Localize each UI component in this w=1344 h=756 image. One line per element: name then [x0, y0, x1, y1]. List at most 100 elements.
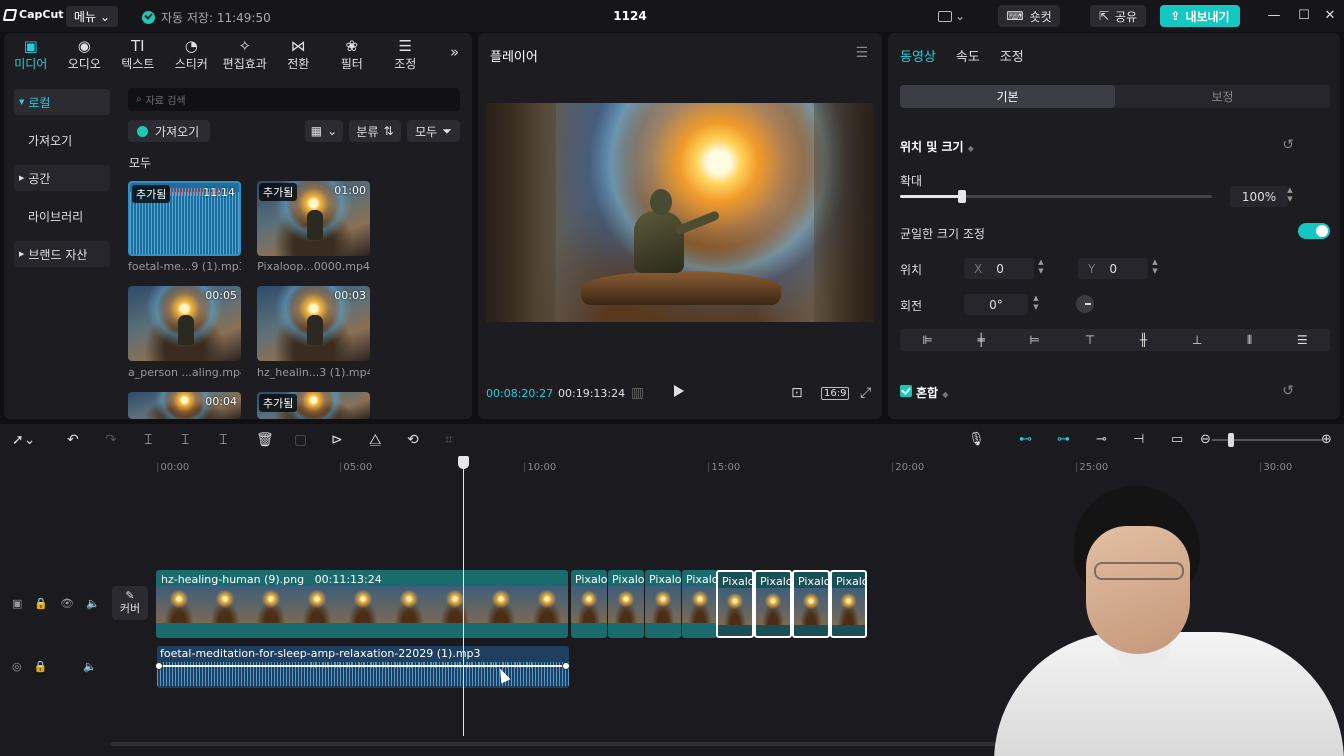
blend-checkbox[interactable] — [900, 385, 912, 397]
preview-axis-icon[interactable]: ⊣ — [1133, 432, 1144, 447]
align-center-h-icon[interactable]: ╪ — [978, 333, 985, 347]
play-circle-icon[interactable]: ⊳ — [331, 432, 343, 448]
fade-in-handle[interactable] — [155, 662, 163, 670]
playhead-line[interactable] — [463, 464, 464, 736]
video-clip[interactable]: Pixalo — [571, 570, 607, 638]
nav-library[interactable]: 라이브러리 — [14, 203, 110, 229]
video-clip-selected[interactable]: Pixalo — [754, 570, 792, 638]
fit-screen-icon[interactable]: ⊡ — [791, 385, 803, 401]
rotation-dial[interactable] — [1076, 295, 1094, 313]
media-thumb-audio[interactable]: 추가됨 11:14 — [128, 181, 241, 256]
auto-snap-icon[interactable]: ⊶ — [1057, 432, 1070, 447]
tab-filter[interactable]: ❀ 필터 — [325, 33, 379, 75]
audio-clip[interactable]: foetal-meditation-for-sleep-amp-relaxati… — [157, 646, 569, 688]
mirror-icon[interactable]: ⧋ — [369, 432, 382, 448]
video-clip-selected[interactable]: Pixalo — [716, 570, 754, 638]
maximize-icon[interactable]: ☐ — [1296, 8, 1312, 24]
layout-button[interactable]: ⌄ — [938, 5, 970, 27]
stepper-arrows-icon[interactable]: ▲ ▼ — [1036, 258, 1046, 279]
redo-icon[interactable]: ↷ — [105, 432, 117, 448]
split-right-icon[interactable]: ⌶ — [219, 432, 227, 448]
undo-icon[interactable]: ↶ — [67, 432, 79, 448]
media-thumb-video[interactable]: 00:05 — [128, 286, 241, 361]
fullscreen-preview-icon[interactable]: ▭ — [1171, 432, 1183, 447]
export-button[interactable]: ⇪ 내보내기 — [1160, 5, 1240, 27]
media-thumb-video[interactable]: 00:03 — [257, 286, 370, 361]
tab-transition[interactable]: ⋈ 전환 — [272, 33, 326, 75]
share-button[interactable]: ⇱ 공유 — [1090, 5, 1146, 27]
video-clip-selected[interactable]: Pixalo — [830, 570, 867, 638]
time-ruler[interactable]: 00:00 05:00 10:00 15:00 20:00 25:00 30:0… — [0, 457, 1344, 477]
tab-sticker[interactable]: ◔ 스티커 — [165, 33, 219, 75]
menu-button[interactable]: 메뉴 ⌄ — [66, 6, 118, 27]
reset-icon[interactable]: ↺ — [1282, 137, 1294, 153]
aspect-ratio-button[interactable]: 16:9 — [821, 387, 850, 400]
tab-video[interactable]: 동영상 — [900, 46, 936, 65]
video-clip[interactable]: Pixalo — [645, 570, 681, 638]
stepper-arrows-icon[interactable]: ▲ ▼ — [1150, 258, 1160, 279]
lock-icon[interactable]: 🔒 — [34, 660, 48, 673]
distribute-v-icon[interactable]: ☰ — [1297, 333, 1308, 347]
distribute-h-icon[interactable]: ⫴ — [1247, 333, 1252, 348]
eye-icon[interactable]: 👁 — [60, 597, 74, 610]
main-video-clip[interactable]: hz-healing-human (9).png 00:11:13:24 — [156, 570, 568, 638]
segment-correction[interactable]: 보정 — [1115, 85, 1330, 108]
zoom-handle[interactable] — [1228, 433, 1234, 447]
rotation-input[interactable]: 0° — [964, 294, 1028, 315]
split-left-icon[interactable]: ⌶ — [181, 432, 189, 448]
close-icon[interactable]: ✕ — [1322, 8, 1338, 24]
nav-local[interactable]: ▼ 로컬 — [14, 89, 110, 115]
video-clip-selected[interactable]: Pixalo — [792, 570, 830, 638]
filter-button[interactable]: 모두 ⏷ — [407, 120, 460, 142]
fade-out-handle[interactable] — [562, 662, 570, 670]
fullscreen-icon[interactable]: ⤢ — [860, 385, 871, 401]
tab-media[interactable]: ▣ 미디어 — [4, 33, 58, 75]
crop-icon[interactable]: ⌗ — [445, 432, 453, 448]
project-title[interactable]: 1124 — [600, 9, 660, 23]
reset-icon[interactable]: ↺ — [1282, 383, 1294, 399]
lock-icon[interactable]: 🔒 — [34, 597, 48, 610]
tab-effects[interactable]: ✧ 편집효과 — [218, 33, 272, 75]
tab-adjust[interactable]: ☰ 조정 — [379, 33, 433, 75]
view-toggle-button[interactable]: ▦ ⌄ — [305, 120, 343, 142]
main-track-magnet-icon[interactable]: ⊷ — [1019, 432, 1032, 447]
position-x-input[interactable]: X0 — [964, 258, 1034, 279]
link-icon[interactable]: ⊸ — [1096, 432, 1107, 447]
minimize-icon[interactable]: — — [1266, 8, 1282, 24]
media-thumb-video[interactable]: 추가됨 01:00 — [257, 181, 370, 256]
sort-button[interactable]: 분류 ⇅ — [349, 120, 401, 142]
align-left-icon[interactable]: ⊫ — [922, 333, 932, 347]
volume-line[interactable] — [159, 665, 567, 667]
scale-slider[interactable] — [900, 190, 1212, 203]
stepper-arrows-icon[interactable]: ▲ ▼ — [1285, 186, 1295, 207]
media-thumb-video[interactable]: 00:04 — [128, 392, 241, 419]
shortcut-button[interactable]: ⌨ 숏컷 — [998, 5, 1060, 27]
search-input[interactable]: ⌕ 자료 검색 — [128, 88, 460, 111]
freeze-icon[interactable]: ▢ — [294, 432, 307, 448]
scale-input[interactable]: 100% — [1230, 186, 1288, 207]
delete-icon[interactable]: 🗑 — [256, 432, 274, 448]
stepper-arrows-icon[interactable]: ▲ ▼ — [1031, 294, 1041, 315]
speaker-icon[interactable]: 🔈 — [86, 597, 100, 610]
video-clip[interactable]: Pixalo — [608, 570, 644, 638]
zoom-out-icon[interactable]: ⊖ — [1200, 432, 1211, 447]
media-thumb-video[interactable]: 추가됨 — [257, 392, 370, 419]
align-bottom-icon[interactable]: ⊥ — [1192, 333, 1202, 347]
import-button[interactable]: 가져오기 — [128, 120, 210, 142]
tab-audio[interactable]: ◉ 오디오 — [58, 33, 112, 75]
hamburger-menu-icon[interactable]: ☰ — [855, 45, 868, 61]
align-top-icon[interactable]: ⊤ — [1085, 333, 1095, 347]
split-icon[interactable]: ⌶ — [144, 432, 152, 448]
speaker-icon[interactable]: 🔈 — [83, 660, 97, 673]
cover-button[interactable]: ✎ 커버 — [112, 586, 148, 620]
position-y-input[interactable]: Y0 — [1078, 258, 1148, 279]
slider-handle[interactable] — [958, 190, 966, 203]
nav-brand-assets[interactable]: ▶ 브랜드 자산 — [14, 241, 110, 267]
double-chevron-right-icon[interactable]: » — [450, 43, 459, 61]
nav-space[interactable]: ▶ 공간 — [14, 165, 110, 191]
nav-import[interactable]: 가져오기 — [14, 127, 110, 153]
tab-speed[interactable]: 속도 — [956, 46, 980, 65]
tab-text[interactable]: TI 텍스트 — [111, 33, 165, 75]
play-icon[interactable] — [674, 385, 684, 397]
microphone-icon[interactable]: 🎙 — [968, 432, 985, 447]
